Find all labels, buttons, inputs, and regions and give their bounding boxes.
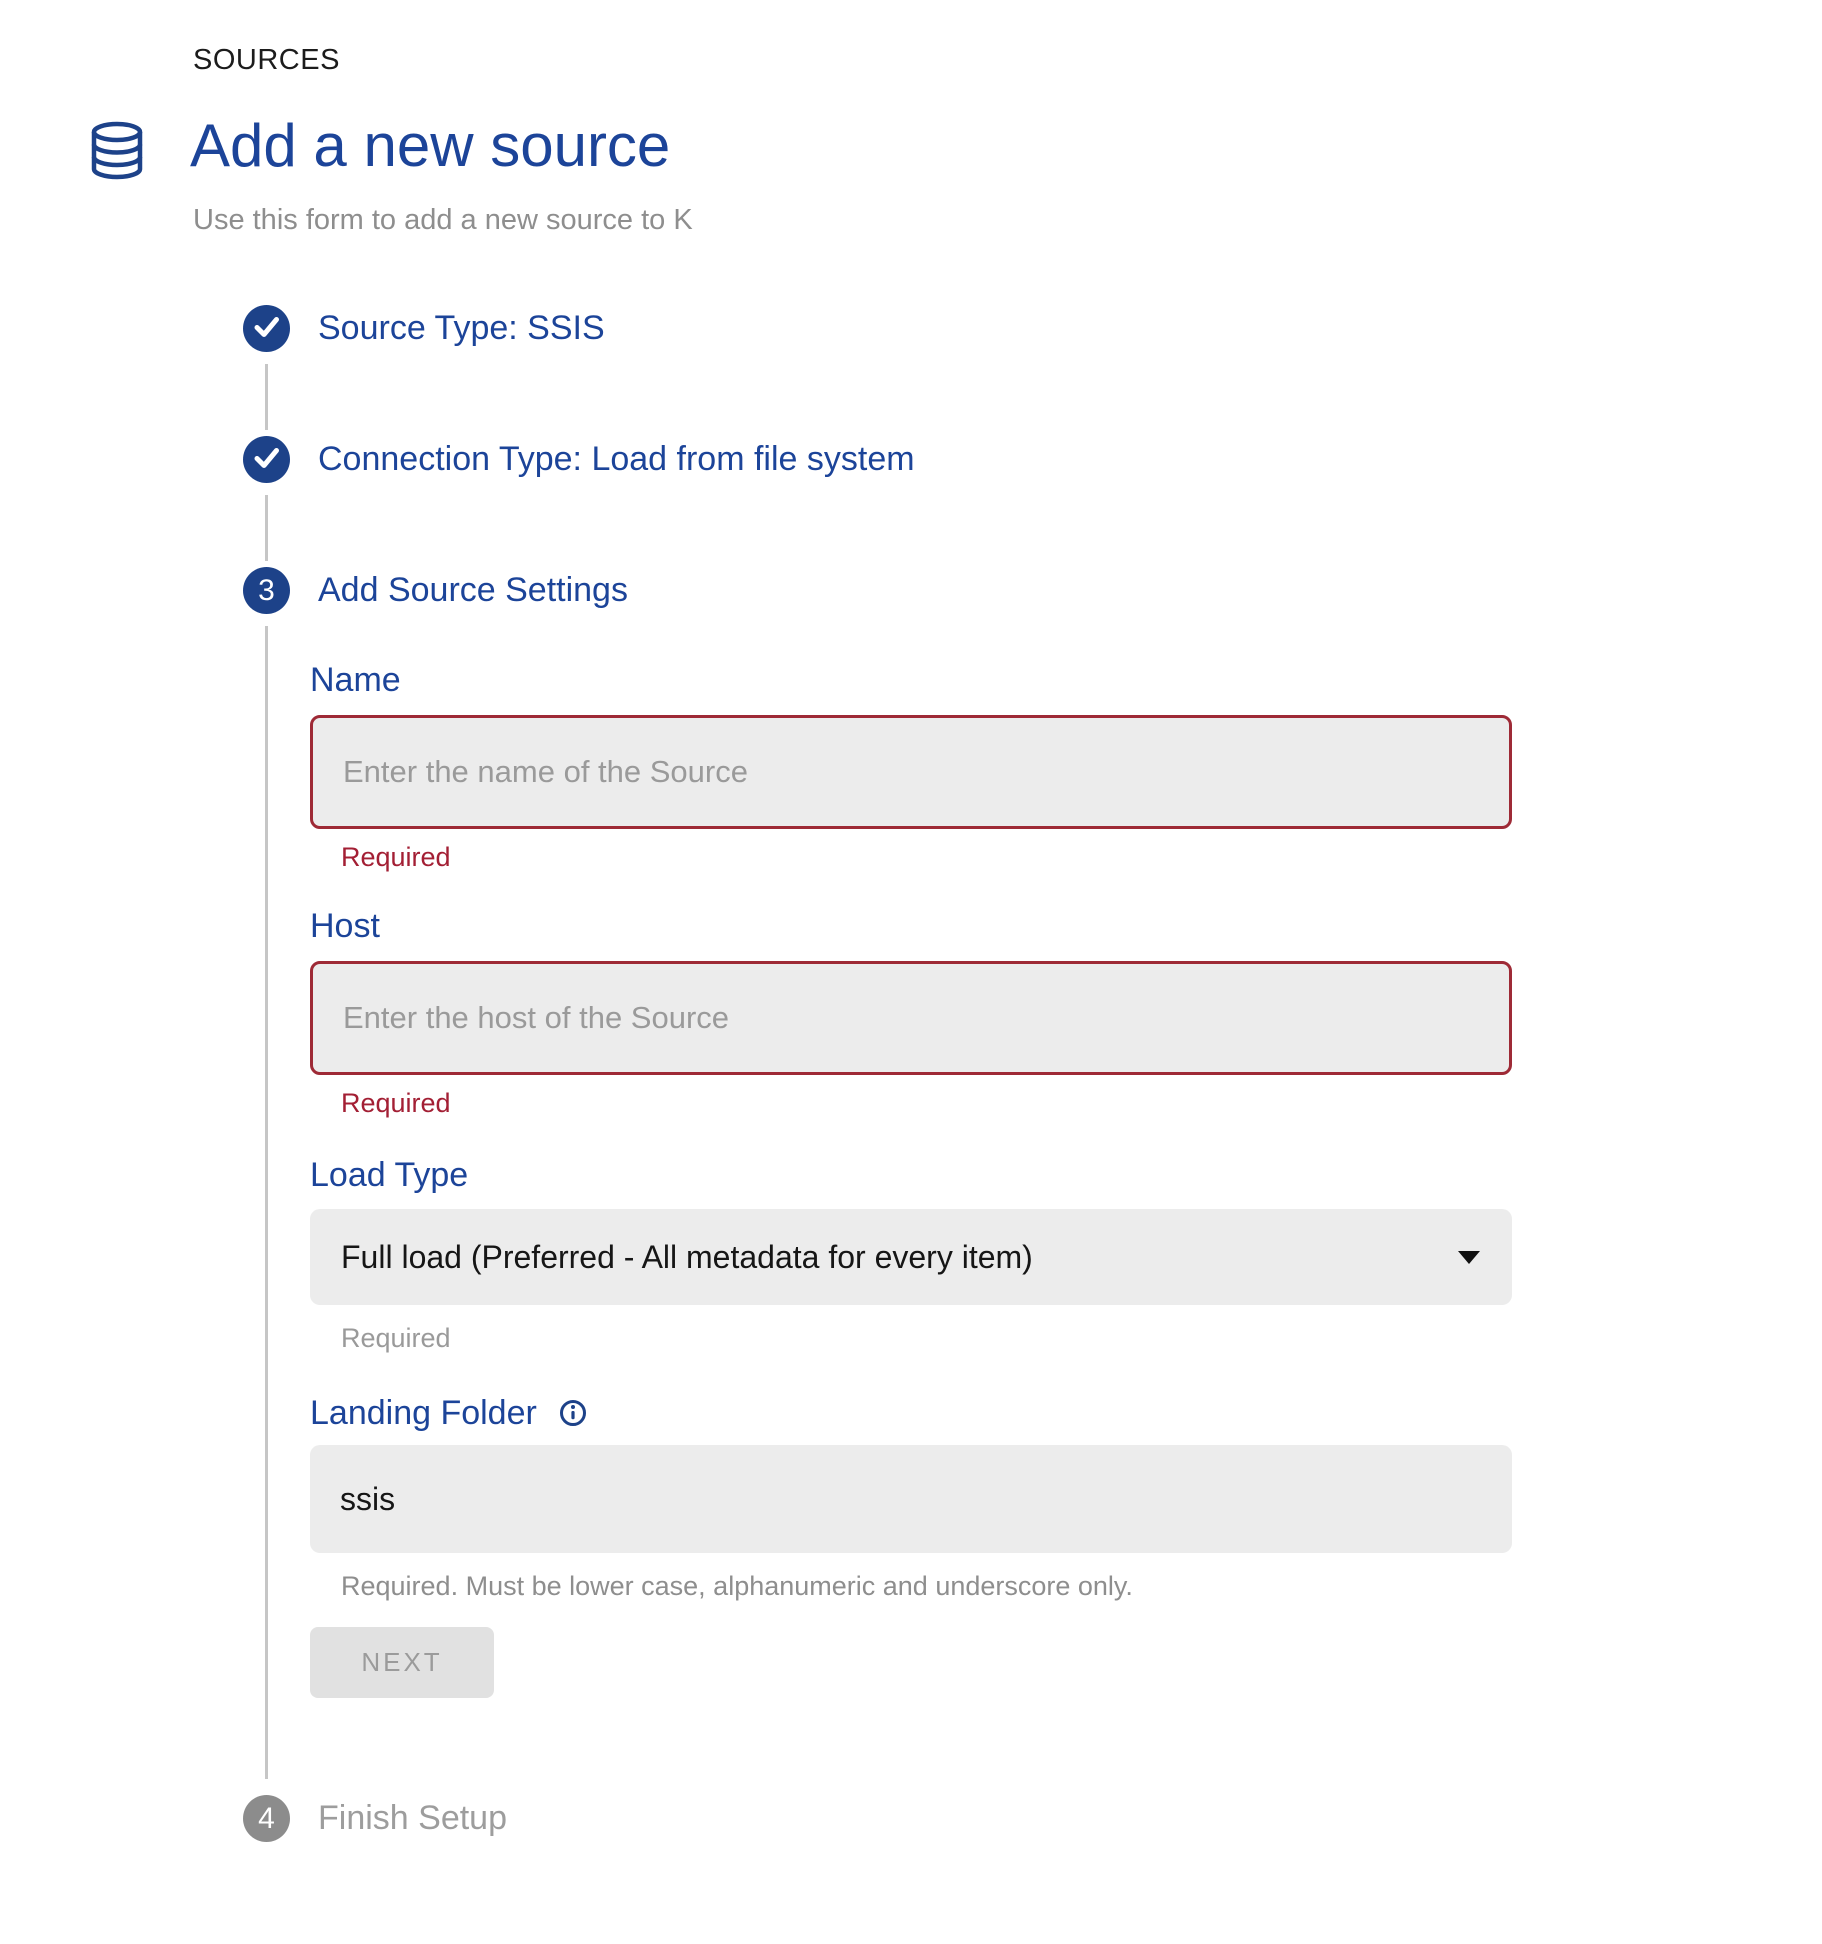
host-input[interactable] bbox=[310, 961, 1512, 1075]
step-3-circle: 3 bbox=[243, 567, 290, 614]
database-icon bbox=[88, 121, 146, 186]
step-connector bbox=[265, 495, 268, 561]
load-type-field-label: Load Type bbox=[310, 1155, 1520, 1195]
load-type-selected-value: Full load (Preferred - All metadata for … bbox=[341, 1239, 1033, 1276]
step-3-number: 3 bbox=[258, 576, 275, 606]
add-source-page: SOURCES Add a new source Use this form t… bbox=[0, 0, 1822, 1944]
breadcrumb: SOURCES bbox=[193, 44, 340, 77]
name-field-label: Name bbox=[310, 660, 1520, 700]
landing-folder-input[interactable] bbox=[310, 1445, 1512, 1553]
check-icon bbox=[243, 303, 290, 355]
caret-down-icon bbox=[1458, 1251, 1480, 1264]
step-source-type[interactable]: Source Type: SSIS bbox=[0, 305, 1822, 352]
step-2-label: Connection Type: Load from file system bbox=[318, 440, 915, 479]
page-title: Add a new source bbox=[190, 112, 670, 180]
name-error-text: Required bbox=[341, 842, 1520, 872]
step-connector bbox=[265, 626, 268, 1779]
name-input[interactable] bbox=[310, 715, 1512, 829]
step-add-source-settings: 3 Add Source Settings bbox=[0, 567, 1822, 614]
step-4-number: 4 bbox=[258, 1804, 275, 1834]
load-type-helper-text: Required bbox=[341, 1323, 1520, 1353]
step-connection-type[interactable]: Connection Type: Load from file system bbox=[0, 436, 1822, 483]
host-error-text: Required bbox=[341, 1088, 1520, 1118]
step-4-label: Finish Setup bbox=[318, 1799, 507, 1838]
host-field-label: Host bbox=[310, 906, 1520, 946]
step-3-content: Name Required Host Required Load Type Fu… bbox=[0, 614, 1822, 1779]
landing-folder-helper-text: Required. Must be lower case, alphanumer… bbox=[341, 1571, 1520, 1601]
load-type-select[interactable]: Full load (Preferred - All metadata for … bbox=[310, 1209, 1512, 1305]
vertical-stepper: Source Type: SSIS Connection Type: Load … bbox=[0, 305, 1822, 1842]
page-subtitle: Use this form to add a new source to K bbox=[193, 203, 693, 237]
step-4-circle: 4 bbox=[243, 1795, 290, 1842]
step-1-circle bbox=[243, 305, 290, 352]
step-finish-setup: 4 Finish Setup bbox=[0, 1795, 1822, 1842]
landing-folder-field-label: Landing Folder bbox=[310, 1393, 537, 1433]
check-icon bbox=[243, 434, 290, 486]
step-2-circle bbox=[243, 436, 290, 483]
step-connector bbox=[265, 364, 268, 430]
next-button[interactable]: NEXT bbox=[310, 1627, 494, 1698]
step-1-label: Source Type: SSIS bbox=[318, 309, 605, 348]
step-3-label: Add Source Settings bbox=[318, 571, 628, 610]
info-icon[interactable] bbox=[559, 1399, 587, 1427]
